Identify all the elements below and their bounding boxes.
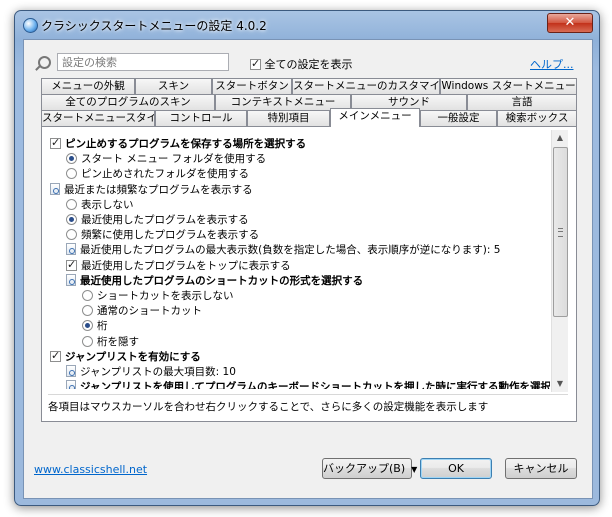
setting-document-icon — [66, 243, 76, 256]
tab-general-settings[interactable]: 一般設定 — [420, 110, 497, 126]
window-title: クラシックスタートメニューの設定 4.0.2 — [41, 19, 267, 33]
tree-item[interactable]: 表示しない — [66, 198, 134, 213]
checkbox-icon[interactable] — [50, 349, 61, 363]
tab-appearance[interactable]: メニューの外観 — [41, 78, 135, 94]
tree-item[interactable]: 最近または頻繁なプログラムを表示する — [50, 182, 253, 198]
tab-language[interactable]: 言語 — [467, 94, 577, 110]
tab-special-items[interactable]: 特別項目 — [247, 110, 330, 126]
radio-button-icon[interactable] — [82, 290, 93, 301]
setting-document-icon — [66, 365, 76, 377]
setting-document-icon — [66, 380, 76, 389]
tree-item[interactable]: 最近使用したプログラムをトップに表示する — [66, 258, 291, 274]
tree-item[interactable]: 桁を隠す — [82, 335, 139, 350]
tree-item[interactable]: 頻繁に使用したプログラムを表示する — [66, 228, 259, 243]
dialog-client: 全ての設定を表示 ヘルプ... メニューの外観 スキン スタートボタン スタート… — [23, 39, 593, 499]
tree-item[interactable]: 最近使用したプログラムのショートカットの形式を選択する — [66, 273, 364, 289]
tab-start-menu-style[interactable]: スタートメニュースタイル — [41, 110, 155, 126]
tree-item-label: 表示しない — [81, 198, 134, 211]
close-button[interactable]: ✕ — [547, 13, 593, 33]
checkbox-icon[interactable] — [66, 258, 77, 272]
checkbox-icon[interactable] — [50, 137, 61, 150]
description-text: 各項目はマウスカーソルを合わせ右クリックすることで、さらに多くの設定機能を表示し… — [48, 394, 568, 414]
app-shell-icon — [23, 18, 38, 33]
tree-item[interactable]: 通常のショートカット — [82, 304, 202, 319]
radio-button-icon[interactable] — [66, 153, 77, 165]
settings-tree[interactable]: ピン止めするプログラムを保存する場所を選択するスタート メニュー フォルダを使用… — [50, 137, 550, 389]
tab-search-box[interactable]: 検索ボックス — [497, 110, 577, 126]
tree-item[interactable]: ピン止めされたフォルダを使用する — [66, 167, 249, 182]
scroll-grip-icon — [558, 228, 563, 237]
settings-window: クラシックスタートメニューの設定 4.0.2 ✕ 全ての設定を表示 ヘルプ...… — [14, 10, 600, 506]
tree-item-label: ジャンプリストを使用してプログラムのキーボードショートカットを押した時に実行する… — [80, 381, 550, 389]
scroll-thumb[interactable] — [553, 147, 568, 317]
tree-item-label: スタート メニュー フォルダを使用する — [81, 153, 267, 166]
tree-item-label: ピン止めされたフォルダを使用する — [81, 168, 249, 181]
tab-start-button[interactable]: スタートボタン — [212, 78, 292, 94]
tree-item-label: 最近使用したプログラムを表示する — [81, 214, 249, 226]
radio-button-icon[interactable] — [82, 320, 93, 332]
tree-item[interactable]: ジャンプリストの最大項目数: 10 — [66, 365, 236, 380]
tree-item-label: ショートカットを表示しない — [97, 290, 234, 302]
radio-button-icon[interactable] — [66, 168, 77, 180]
dropdown-arrow-icon: ▼ — [411, 465, 418, 474]
tree-item-label: 最近使用したプログラムの最大表示数(負数を指定した場合、表示順序が逆になります)… — [80, 244, 501, 257]
radio-button-icon[interactable] — [66, 214, 77, 225]
tree-item[interactable]: ジャンプリストを有効にする — [50, 349, 201, 365]
scroll-up-arrow-icon[interactable]: ▲ — [552, 130, 568, 146]
tree-item-label: ジャンプリストの最大項目数: 10 — [80, 366, 236, 378]
tree-item-label: 通常のショートカット — [97, 305, 202, 318]
tree-item-label: 頻繁に使用したプログラムを表示する — [81, 229, 260, 242]
tree-item[interactable]: 最近使用したプログラムを表示する — [66, 213, 249, 228]
tree-item-label: 桁を隠す — [97, 335, 139, 348]
tree-item-label: 最近または頻繁なプログラムを表示する — [64, 183, 253, 196]
show-all-label: 全ての設定を表示 — [264, 58, 353, 71]
scroll-down-arrow-icon[interactable]: ▼ — [552, 376, 568, 392]
vertical-scrollbar[interactable]: ▲ ▼ — [551, 130, 568, 392]
tree-item[interactable]: スタート メニュー フォルダを使用する — [66, 152, 266, 167]
radio-button-icon[interactable] — [66, 198, 77, 210]
search-input[interactable] — [57, 53, 229, 71]
radio-button-icon[interactable] — [66, 229, 77, 241]
search-icon — [38, 56, 51, 69]
tab-controls[interactable]: コントロール — [155, 110, 247, 126]
tree-item[interactable]: ピン止めするプログラムを保存する場所を選択する — [50, 137, 306, 152]
backup-label: バックアップ(B) — [323, 462, 406, 475]
tab-all-programs-skin[interactable]: 全てのプログラムのスキン — [41, 94, 215, 110]
setting-document-icon — [50, 182, 60, 195]
radio-button-icon[interactable] — [82, 335, 93, 347]
tree-item[interactable]: ショートカットを表示しない — [82, 289, 234, 304]
title-bar[interactable]: クラシックスタートメニューの設定 4.0.2 ✕ — [15, 11, 599, 37]
tree-item-label: 最近使用したプログラムをトップに表示する — [81, 259, 291, 272]
cancel-button[interactable]: キャンセル — [505, 458, 577, 479]
tree-item-label: ピン止めするプログラムを保存する場所を選択する — [65, 138, 307, 150]
tree-item-label: 最近使用したプログラムのショートカットの形式を選択する — [80, 274, 364, 287]
show-all-settings-checkbox[interactable]: 全ての設定を表示 — [250, 56, 353, 72]
backup-dropdown-button[interactable]: バックアップ(B) ▼ — [322, 458, 417, 479]
tree-item-label: ジャンプリストを有効にする — [65, 350, 201, 363]
main-menu-panel: ピン止めするプログラムを保存する場所を選択するスタート メニュー フォルダを使用… — [41, 126, 577, 422]
show-all-checkbox-box[interactable] — [250, 57, 261, 70]
tree-item[interactable]: 桁 — [82, 319, 108, 334]
radio-button-icon[interactable] — [82, 305, 93, 317]
tree-item-label: 桁 — [97, 320, 108, 333]
tab-skin[interactable]: スキン — [135, 78, 212, 94]
website-link[interactable]: www.classicshell.net — [34, 463, 147, 476]
tab-main-menu[interactable]: メインメニュー — [330, 108, 420, 127]
ok-button[interactable]: OK — [420, 458, 492, 479]
tree-item[interactable]: ジャンプリストを使用してプログラムのキーボードショートカットを押した時に実行する… — [66, 380, 550, 389]
tab-windows-start-menu[interactable]: Windows スタートメニュー — [440, 78, 577, 94]
tab-customize-start-menu[interactable]: スタートメニューのカスタマイズ — [292, 78, 440, 94]
help-link[interactable]: ヘルプ... — [530, 56, 574, 72]
setting-document-icon — [66, 273, 76, 286]
tree-item[interactable]: 最近使用したプログラムの最大表示数(負数を指定した場合、表示順序が逆になります)… — [66, 243, 500, 258]
